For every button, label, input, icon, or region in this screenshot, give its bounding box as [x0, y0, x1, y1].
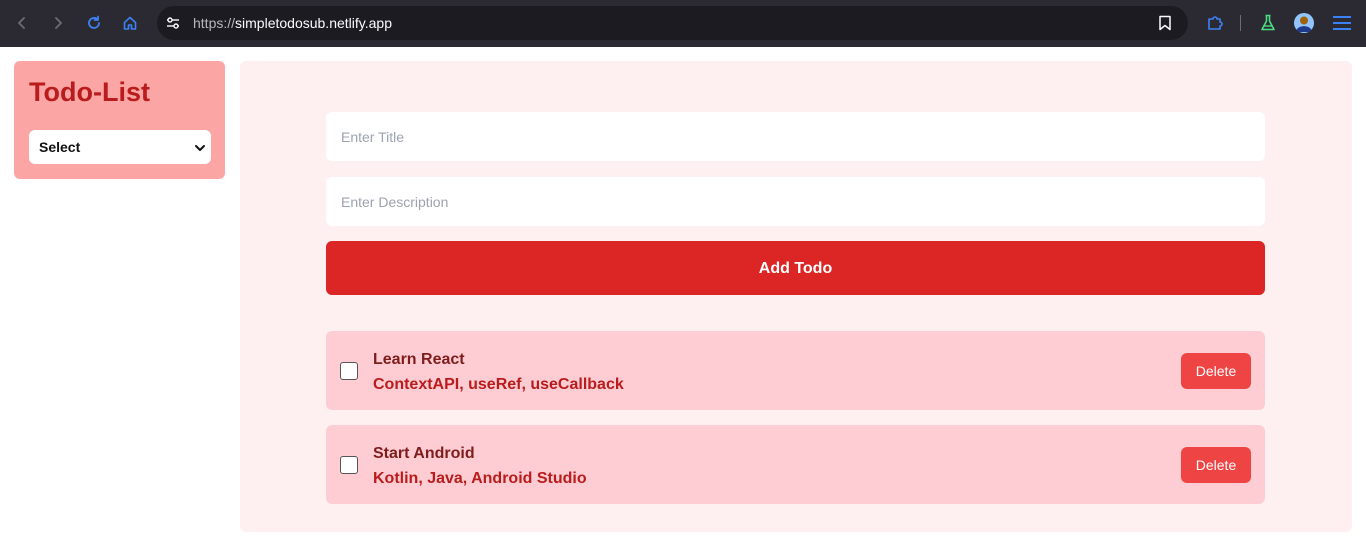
chevron-right-icon: [55, 17, 62, 29]
chevron-down-icon: [194, 141, 206, 159]
puzzle-icon: [1208, 16, 1223, 30]
todo-checkbox[interactable]: [340, 456, 358, 474]
todo-item: Learn React ContextAPI, useRef, useCallb…: [326, 331, 1265, 410]
todo-checkbox[interactable]: [340, 362, 358, 380]
delete-label: Delete: [1195, 363, 1237, 379]
delete-label: Delete: [1195, 457, 1237, 473]
filter-select-value: Select: [39, 139, 81, 155]
home-icon: [123, 16, 137, 30]
todo-description: ContextAPI, useRef, useCallback: [373, 376, 624, 393]
title-input[interactable]: Enter Title: [326, 112, 1265, 161]
todo-title: Start Android: [373, 445, 475, 462]
sidebar: Todo-List Select: [14, 61, 225, 179]
back-button[interactable]: [9, 10, 35, 36]
sidebar-title: Todo-List: [29, 77, 150, 107]
labs-button[interactable]: [1255, 10, 1281, 36]
chevron-left-icon: [18, 17, 25, 29]
address-bar[interactable]: https://simpletodosub.netlify.app: [157, 6, 1188, 40]
reload-button[interactable]: [81, 10, 107, 36]
site-settings-icon[interactable]: [165, 15, 181, 36]
todo-title: Learn React: [373, 351, 465, 368]
description-input[interactable]: Enter Description: [326, 177, 1265, 226]
todo-description: Kotlin, Java, Android Studio: [373, 470, 587, 487]
menu-button[interactable]: [1329, 10, 1355, 36]
main-panel: Enter Title Enter Description Add Todo L…: [240, 61, 1352, 532]
delete-button[interactable]: Delete: [1181, 353, 1251, 389]
add-todo-button[interactable]: Add Todo: [326, 241, 1265, 295]
todo-item: Start Android Kotlin, Java, Android Stud…: [326, 425, 1265, 504]
reload-icon: [88, 15, 100, 29]
avatar-icon: [1294, 13, 1314, 33]
toolbar-divider: [1240, 15, 1241, 31]
filter-select[interactable]: Select: [29, 130, 211, 164]
delete-button[interactable]: Delete: [1181, 447, 1251, 483]
browser-toolbar: https://simpletodosub.netlify.app: [0, 0, 1366, 47]
bookmark-icon[interactable]: [1158, 15, 1172, 36]
home-button[interactable]: [117, 10, 143, 36]
add-todo-label: Add Todo: [758, 260, 833, 277]
description-input-placeholder: Enter Description: [341, 194, 449, 210]
profile-avatar[interactable]: [1291, 10, 1317, 36]
flask-icon: [1261, 14, 1275, 31]
hamburger-menu-icon: [1333, 16, 1351, 30]
url-text: https://simpletodosub.netlify.app: [193, 15, 392, 31]
url-protocol: https://: [193, 15, 236, 31]
title-input-placeholder: Enter Title: [341, 129, 405, 145]
extensions-button[interactable]: [1202, 10, 1228, 36]
forward-button[interactable]: [45, 10, 71, 36]
url-host: simpletodosub.netlify.app: [235, 15, 392, 31]
